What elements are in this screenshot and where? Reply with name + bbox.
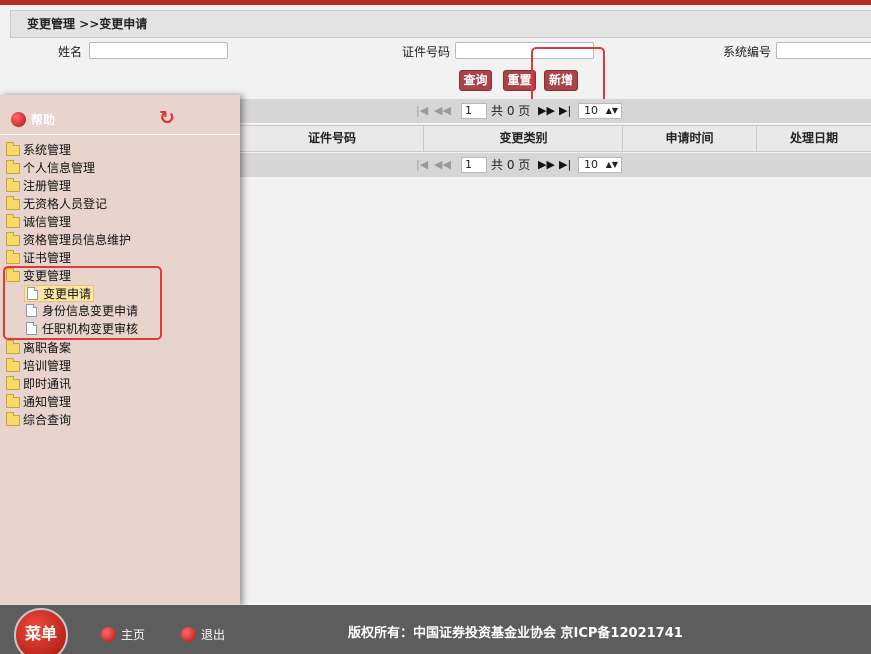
menu-button[interactable]: 菜单 xyxy=(14,608,68,654)
sidebar-item-personal-info[interactable]: 个人信息管理 xyxy=(6,160,95,176)
first-page-icon[interactable]: |◀ xyxy=(416,104,428,118)
document-icon xyxy=(26,322,37,335)
sidebar-item-query[interactable]: 综合查询 xyxy=(6,412,71,428)
sidebar-subitem-label: 任职机构变更审核 xyxy=(42,322,139,336)
sidebar-item-label: 诚信管理 xyxy=(23,215,72,229)
sidebar-item-notification[interactable]: 通知管理 xyxy=(6,394,71,410)
system-number-label: 系统编号 xyxy=(723,45,772,59)
id-number-input[interactable] xyxy=(455,42,594,59)
sidebar-item-system[interactable]: 系统管理 xyxy=(6,142,71,158)
sidebar-item-training[interactable]: 培训管理 xyxy=(6,358,71,374)
sidebar-item-label: 资格管理员信息维护 xyxy=(23,233,132,247)
page-number-input[interactable]: 1 xyxy=(461,103,487,119)
next-page-icon[interactable]: ▶▶ xyxy=(538,104,555,118)
page-size-select[interactable]: 10 ▲▼ xyxy=(578,157,622,173)
page-number-input[interactable]: 1 xyxy=(461,157,487,173)
folder-icon xyxy=(6,232,20,246)
sidebar-item-label: 通知管理 xyxy=(23,395,72,409)
sidebar-item-resignation[interactable]: 离职备案 xyxy=(6,340,71,356)
folder-icon xyxy=(6,358,20,372)
page-size-value: 10 xyxy=(584,104,598,117)
logout-link[interactable]: 退出 xyxy=(201,626,225,643)
folder-icon xyxy=(6,412,20,426)
sidebar-header: 帮助 ↻ xyxy=(0,95,240,135)
col-change-type[interactable]: 变更类别 xyxy=(423,126,623,151)
footer: 菜单 主页 退出 版权所有：中国证券投资基金业协会 京ICP备12021741 xyxy=(0,605,871,654)
last-page-icon[interactable]: ▶| xyxy=(559,158,571,172)
pager-top: |◀ ◀◀ 1 共 0 页 ▶▶ ▶| 10 ▲▼ xyxy=(240,99,871,123)
name-input[interactable] xyxy=(89,42,228,59)
sidebar-item-label: 即时通讯 xyxy=(23,377,72,391)
sidebar-subitem-label: 变更申请 xyxy=(43,287,92,301)
folder-open-icon xyxy=(6,268,20,282)
sidebar-item-certificate[interactable]: 证书管理 xyxy=(6,250,71,266)
sidebar-item-label: 证书管理 xyxy=(23,251,72,265)
add-button[interactable]: 新增 xyxy=(544,70,578,91)
help-link[interactable]: 帮助 xyxy=(31,111,55,128)
copyright-text: 版权所有：中国证券投资基金业协会 京ICP备12021741 xyxy=(348,626,683,641)
sidebar-item-label: 系统管理 xyxy=(23,143,72,157)
page-size-value: 10 xyxy=(584,158,598,171)
folder-icon xyxy=(6,160,20,174)
select-arrow-icon: ▲▼ xyxy=(605,106,618,115)
prev-page-icon[interactable]: ◀◀ xyxy=(434,104,451,118)
col-process-date[interactable]: 处理日期 xyxy=(756,126,871,151)
breadcrumb: 变更管理 >>变更申请 xyxy=(10,10,871,38)
last-page-icon[interactable]: ▶| xyxy=(559,104,571,118)
table-header: 证件号码 变更类别 申请时间 处理日期 xyxy=(240,125,871,152)
document-icon xyxy=(27,287,38,300)
folder-icon xyxy=(6,142,20,156)
col-id-number[interactable]: 证件号码 xyxy=(240,126,424,151)
sidebar-item-label: 离职备案 xyxy=(23,341,72,355)
query-button[interactable]: 查询 xyxy=(459,70,492,91)
home-link[interactable]: 主页 xyxy=(121,626,145,643)
sidebar-subitem-identity-change[interactable]: 身份信息变更申请 xyxy=(24,303,140,320)
sidebar-item-label: 培训管理 xyxy=(23,359,72,373)
top-accent-strip xyxy=(0,0,871,5)
sidebar-item-label: 变更管理 xyxy=(23,269,72,283)
folder-icon xyxy=(6,214,20,228)
next-page-icon[interactable]: ▶▶ xyxy=(538,158,555,172)
folder-icon xyxy=(6,196,20,210)
first-page-icon[interactable]: |◀ xyxy=(416,158,428,172)
sidebar-item-change-management[interactable]: 变更管理 xyxy=(6,268,71,284)
sidebar-item-messaging[interactable]: 即时通讯 xyxy=(6,376,71,392)
folder-icon xyxy=(6,340,20,354)
sidebar-item-admin-info[interactable]: 资格管理员信息维护 xyxy=(6,232,131,248)
sidebar-subitem-institution-review[interactable]: 任职机构变更审核 xyxy=(24,321,140,338)
sidebar-subitem-change-request[interactable]: 变更申请 xyxy=(24,285,95,302)
sidebar-item-registration[interactable]: 注册管理 xyxy=(6,178,71,194)
sidebar-subitem-label: 身份信息变更申请 xyxy=(42,304,139,318)
sidebar-item-label: 注册管理 xyxy=(23,179,72,193)
name-label: 姓名 xyxy=(58,45,83,59)
id-number-label: 证件号码 xyxy=(402,45,451,59)
help-icon[interactable] xyxy=(11,112,26,127)
col-apply-time[interactable]: 申请时间 xyxy=(622,126,756,151)
page-size-select[interactable]: 10 ▲▼ xyxy=(578,103,622,119)
home-icon[interactable] xyxy=(101,627,116,642)
select-arrow-icon: ▲▼ xyxy=(605,160,618,169)
sidebar-item-label: 综合查询 xyxy=(23,413,72,427)
sidebar-item-unqualified[interactable]: 无资格人员登记 xyxy=(6,196,107,212)
sidebar-item-integrity[interactable]: 诚信管理 xyxy=(6,214,71,230)
folder-icon xyxy=(6,250,20,264)
sidebar-item-label: 无资格人员登记 xyxy=(23,197,108,211)
folder-icon xyxy=(6,394,20,408)
document-icon xyxy=(26,304,37,317)
logout-icon[interactable] xyxy=(181,627,196,642)
folder-icon xyxy=(6,178,20,192)
sidebar-menu: 帮助 ↻ 系统管理 个人信息管理 注册管理 无资格人员登记 诚信管理 资格管理员… xyxy=(0,95,240,605)
refresh-icon[interactable]: ↻ xyxy=(159,108,175,128)
pager-bottom: |◀ ◀◀ 1 共 0 页 ▶▶ ▶| 10 ▲▼ xyxy=(240,153,871,177)
total-pages: 共 0 页 xyxy=(491,104,531,118)
sidebar-item-label: 个人信息管理 xyxy=(23,161,96,175)
folder-icon xyxy=(6,376,20,390)
reset-button[interactable]: 重置 xyxy=(503,70,536,91)
system-number-input[interactable] xyxy=(776,42,871,59)
prev-page-icon[interactable]: ◀◀ xyxy=(434,158,451,172)
total-pages: 共 0 页 xyxy=(491,158,531,172)
